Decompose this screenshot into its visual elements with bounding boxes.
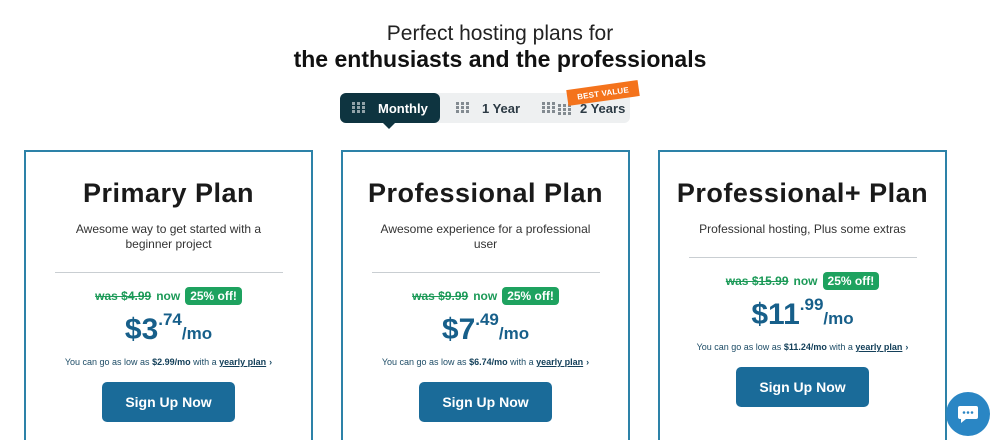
price: $7.49/mo bbox=[343, 311, 628, 345]
yearly-note: You can go as low as $2.99/mo with a yea… bbox=[26, 357, 311, 367]
yearly-low-price: $11.24/mo bbox=[783, 342, 827, 352]
grid-icon bbox=[352, 102, 368, 114]
discount-badge: 25% off! bbox=[822, 272, 880, 290]
deal-line: was $4.99 now 25% off! bbox=[26, 287, 311, 305]
chat-glyph-icon bbox=[958, 406, 978, 423]
sign-up-button[interactable]: Sign Up Now bbox=[419, 382, 552, 422]
yearly-plan-link[interactable]: yearly plan bbox=[855, 342, 902, 352]
plan-name: Professional+ Plan bbox=[676, 178, 929, 208]
price-period: /mo bbox=[823, 309, 854, 328]
price-period: /mo bbox=[498, 324, 530, 343]
price-currency: $ bbox=[124, 313, 142, 346]
yearly-note-with: with a bbox=[193, 357, 217, 367]
divider bbox=[688, 257, 917, 258]
discount-badge: 25% off! bbox=[185, 287, 242, 305]
active-tab-caret bbox=[383, 123, 395, 129]
divider bbox=[54, 272, 283, 273]
chevron-right-icon: › bbox=[269, 357, 273, 367]
chat-bubble-icon[interactable] bbox=[946, 392, 990, 436]
was-price: was $4.99 bbox=[95, 289, 152, 303]
yearly-note-with: with a bbox=[510, 357, 534, 367]
price-cents: .49 bbox=[475, 310, 499, 329]
price-cents: .74 bbox=[158, 310, 182, 329]
sign-up-button[interactable]: Sign Up Now bbox=[736, 367, 869, 407]
now-label: now bbox=[473, 289, 498, 303]
hero-title: the enthusiasts and the professionals bbox=[293, 46, 707, 72]
yearly-low-price: $6.74/mo bbox=[469, 357, 508, 367]
yearly-note: You can go as low as $6.74/mo with a yea… bbox=[343, 357, 628, 367]
plan-name: Professional Plan bbox=[367, 178, 604, 208]
yearly-note: You can go as low as $11.24/mo with a ye… bbox=[660, 342, 945, 352]
discount-badge: 25% off! bbox=[502, 287, 559, 305]
now-label: now bbox=[156, 289, 181, 303]
price: $3.74/mo bbox=[26, 311, 311, 345]
price-currency: $ bbox=[751, 298, 769, 331]
yearly-low-price: $2.99/mo bbox=[152, 357, 191, 367]
grid-icon bbox=[542, 102, 571, 115]
yearly-plan-link[interactable]: yearly plan bbox=[536, 357, 583, 367]
price-period: /mo bbox=[181, 324, 213, 343]
sign-up-button[interactable]: Sign Up Now bbox=[102, 382, 235, 422]
yearly-note-prefix: You can go as low as bbox=[64, 357, 150, 367]
chevron-right-icon: › bbox=[586, 357, 590, 367]
deal-line: was $15.99 now 25% off! bbox=[660, 272, 945, 290]
was-price: was $9.99 bbox=[412, 289, 469, 303]
price: $11.99/mo bbox=[660, 296, 945, 330]
tab-monthly[interactable]: Monthly bbox=[340, 93, 440, 123]
yearly-note-with: with a bbox=[829, 342, 853, 352]
price-currency: $ bbox=[441, 313, 459, 346]
price-cents: .99 bbox=[799, 295, 824, 314]
yearly-plan-link[interactable]: yearly plan bbox=[219, 357, 266, 367]
deal-line: was $9.99 now 25% off! bbox=[343, 287, 628, 305]
price-main: 7 bbox=[458, 313, 476, 346]
price-main: 3 bbox=[141, 313, 159, 346]
plan-description: Awesome way to get started with a beginn… bbox=[75, 222, 262, 251]
plan-card-professional-plus: Professional+ Plan Professional hosting,… bbox=[658, 150, 947, 440]
yearly-note-prefix: You can go as low as bbox=[696, 342, 782, 352]
yearly-note-prefix: You can go as low as bbox=[381, 357, 467, 367]
chevron-right-icon: › bbox=[905, 342, 909, 352]
tab-1-year[interactable]: 1 Year bbox=[440, 93, 536, 123]
grid-icon bbox=[456, 102, 472, 114]
was-price: was $15.99 bbox=[725, 274, 789, 288]
plan-description: Awesome experience for a professional us… bbox=[380, 222, 591, 251]
hero-subtitle: Perfect hosting plans for bbox=[386, 22, 614, 45]
plan-card-professional: Professional Plan Awesome experience for… bbox=[341, 150, 630, 440]
plan-card-primary: Primary Plan Awesome way to get started … bbox=[24, 150, 313, 440]
now-label: now bbox=[793, 274, 818, 288]
tab-label: Monthly bbox=[378, 100, 428, 116]
price-main: 11 bbox=[768, 298, 800, 331]
tab-label: 1 Year bbox=[482, 100, 521, 116]
plan-name: Primary Plan bbox=[82, 178, 255, 208]
divider bbox=[371, 272, 600, 273]
plan-description: Professional hosting, Plus some extras bbox=[699, 222, 906, 236]
